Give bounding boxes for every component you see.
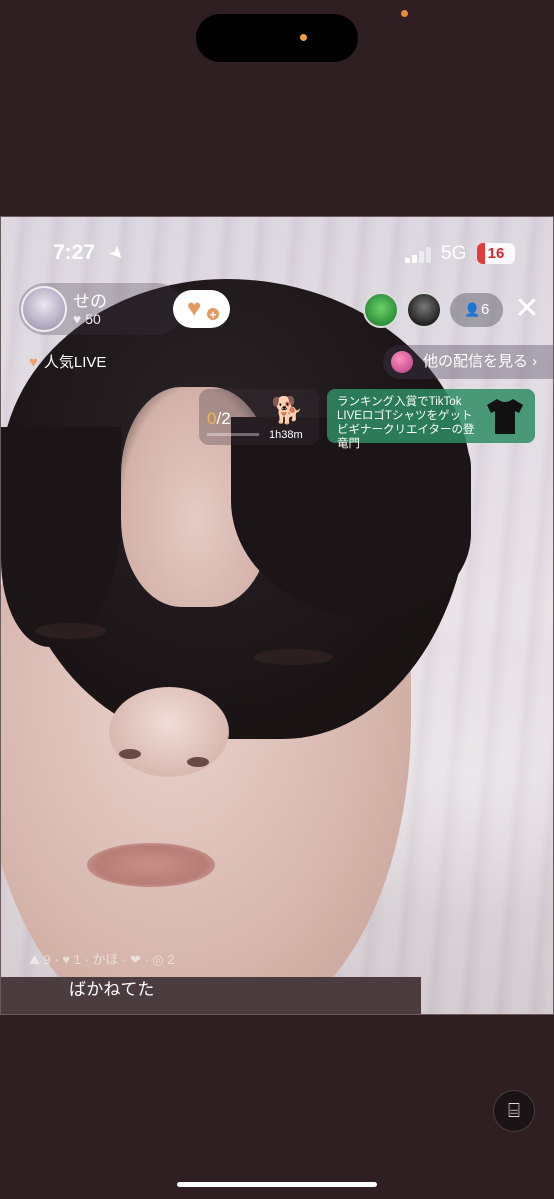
promo-banner[interactable]: ランキング入賞でTikTok LIVEロゴTシャツをゲット ビギナークリエイター…	[327, 389, 535, 450]
corgi-icon: 🐕	[271, 395, 304, 425]
comment-badges: ⛰ 9 · ♥ 1 · かほ · ❤ · ◎ 2	[29, 952, 175, 967]
popular-live-label[interactable]: ♥ 人気LIVE	[29, 351, 106, 372]
follow-button[interactable]: ♥ +	[173, 290, 230, 328]
close-icon[interactable]: ✕	[511, 293, 543, 325]
location-arrow-icon: ➤	[104, 240, 130, 266]
shirt	[1, 977, 421, 1014]
promo-line-1: ランキング入賞でTikTok	[337, 396, 462, 408]
person-icon: 👤	[464, 302, 481, 317]
other-streams-button[interactable]: 他の配信を見る ›	[383, 345, 553, 379]
other-streams-label: 他の配信を見る ›	[423, 353, 538, 370]
tshirt-icon	[487, 399, 523, 434]
host-likes: ♥ 50	[73, 311, 101, 327]
battery-icon: 16	[477, 243, 515, 264]
promo-line-2: LIVEロゴTシャツをゲット	[337, 410, 473, 422]
viewer-count-button[interactable]: 👤 6	[450, 293, 503, 327]
nose	[109, 687, 229, 777]
battery-level: 16	[487, 245, 505, 262]
camera-indicator-dot	[300, 34, 307, 41]
scan-text-icon[interactable]: ⌸	[493, 1090, 535, 1132]
planet-icon	[391, 351, 413, 373]
goal-total: /2	[216, 409, 231, 428]
live-stream-screenshot: 7:27 ➤ 5G 16 せの ♥ 50 ♥ + 👤 6 ✕ ♥ 人気LIVE 他…	[0, 216, 554, 1015]
status-bar: 7:27 ➤ 5G 16	[1, 240, 553, 269]
goal-time: 1h38m	[269, 429, 303, 441]
heart-icon: ♥	[29, 354, 38, 371]
top-viewer-avatar[interactable]	[363, 292, 399, 328]
privacy-indicator-dot	[401, 10, 408, 17]
goal-progress-bar	[207, 433, 259, 436]
promo-line-3: ビギナークリエイターの登竜門	[337, 424, 475, 450]
dynamic-island	[196, 14, 358, 62]
avatar[interactable]	[21, 286, 67, 332]
goal-count: 0/2	[207, 409, 231, 429]
right-eye	[253, 649, 333, 665]
nostril	[119, 749, 141, 759]
viewer-count: 6	[481, 301, 490, 318]
signal-icon	[405, 247, 433, 263]
nostril	[187, 757, 209, 767]
network-type: 5G	[441, 243, 467, 264]
status-time: 7:27	[53, 241, 96, 264]
plus-icon: +	[206, 307, 220, 322]
home-indicator[interactable]	[177, 1182, 377, 1187]
lips	[87, 843, 215, 887]
popular-live-text: 人気LIVE	[43, 354, 107, 371]
heart-icon: ♥	[73, 311, 86, 327]
host-name: せの	[73, 292, 107, 311]
host-info[interactable]: せの ♥ 50	[19, 283, 183, 335]
promo-text: ランキング入賞でTikTok LIVEロゴTシャツをゲット ビギナークリエイター…	[337, 395, 485, 451]
heart-icon: ♥	[187, 295, 202, 322]
top-viewer-avatar[interactable]	[406, 292, 442, 328]
comment-text: ばかねてた	[69, 980, 155, 999]
gift-goal-widget[interactable]: 0/2 🐕 1h38m	[199, 389, 319, 445]
host-likes-count: 50	[85, 311, 101, 327]
left-eye	[35, 623, 107, 639]
